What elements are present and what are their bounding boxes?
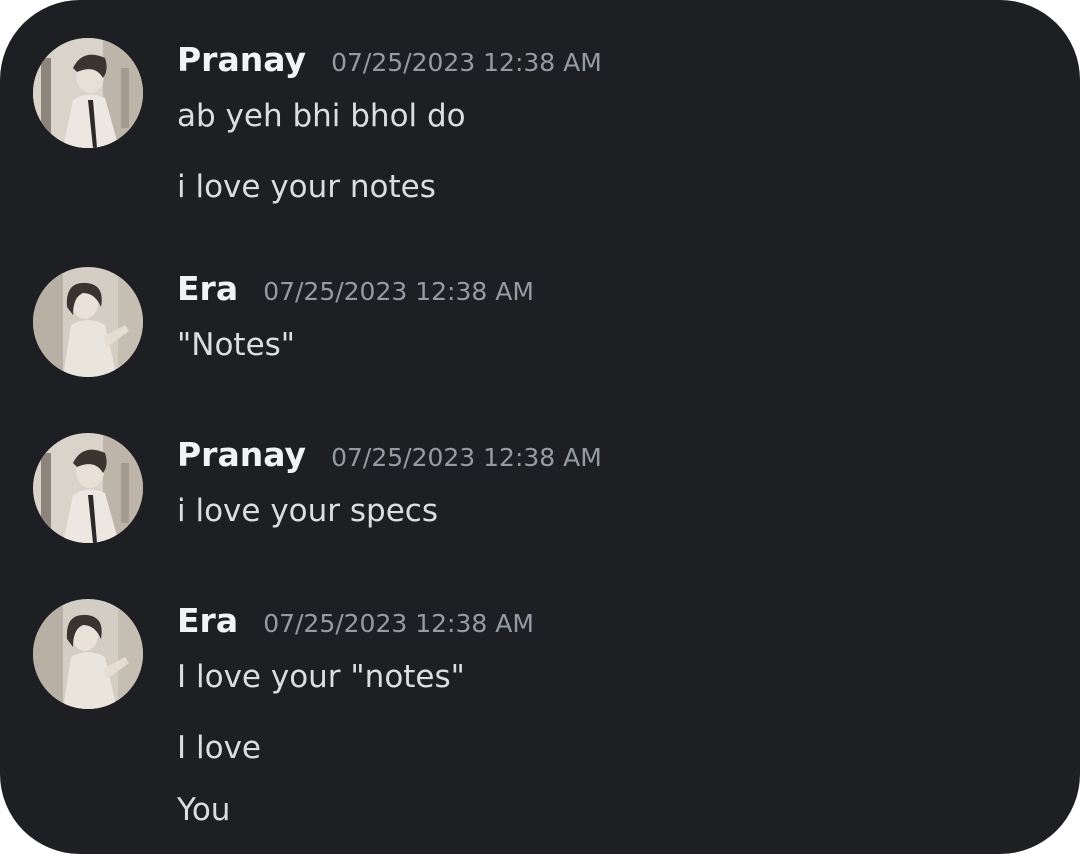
chat-log: Pranay 07/25/2023 12:38 AM ab yeh bhi bh… — [0, 0, 1080, 854]
message-text: I love — [177, 730, 261, 766]
message-header: Era 07/25/2023 12:38 AM — [177, 599, 534, 643]
timestamp: 07/25/2023 12:38 AM — [263, 609, 534, 638]
user-avatar-female-icon[interactable] — [33, 267, 143, 377]
timestamp: 07/25/2023 12:38 AM — [263, 277, 534, 306]
author-name[interactable]: Pranay — [177, 433, 306, 477]
message-header: Era 07/25/2023 12:38 AM — [177, 267, 534, 311]
user-avatar-female-icon[interactable] — [33, 599, 143, 709]
message-text: ab yeh bhi bhol do — [177, 98, 466, 134]
message-text: i love your notes — [177, 169, 436, 205]
message-text: You — [177, 792, 231, 828]
timestamp: 07/25/2023 12:38 AM — [331, 443, 602, 472]
author-name[interactable]: Era — [177, 267, 238, 311]
author-name[interactable]: Era — [177, 599, 238, 643]
user-avatar-male-icon[interactable] — [33, 38, 143, 148]
message-header: Pranay 07/25/2023 12:38 AM — [177, 433, 602, 477]
message-text: "Notes" — [177, 327, 296, 363]
timestamp: 07/25/2023 12:38 AM — [331, 48, 602, 77]
message-header: Pranay 07/25/2023 12:38 AM — [177, 38, 602, 82]
author-name[interactable]: Pranay — [177, 38, 306, 82]
user-avatar-male-icon[interactable] — [33, 433, 143, 543]
message-text: I love your "notes" — [177, 659, 465, 695]
message-text: i love your specs — [177, 493, 438, 529]
